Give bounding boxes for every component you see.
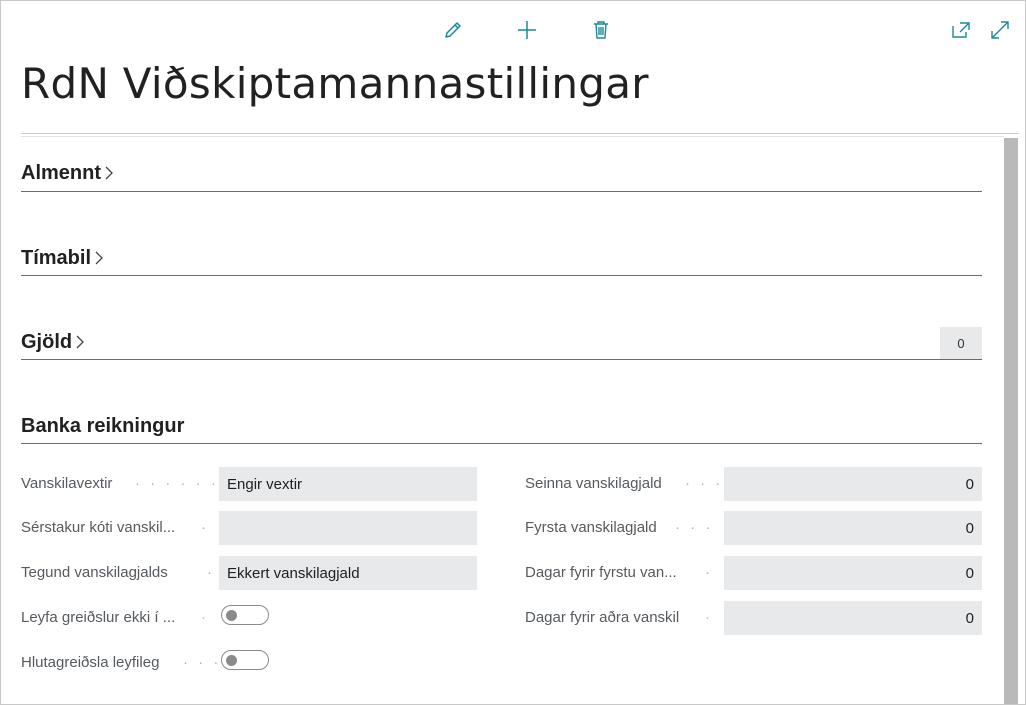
dagar-fyrir-adra-input[interactable]: 0	[724, 601, 982, 635]
field-label: Tegund vanskilagjalds	[21, 564, 168, 581]
vanskilavextir-select[interactable]: Engir vextir	[219, 467, 477, 501]
trash-icon	[594, 21, 608, 39]
title-divider	[21, 133, 1019, 134]
serstakur-koti-input[interactable]	[219, 511, 477, 545]
field-leader-dots: · · ·	[183, 654, 219, 671]
section-timabil-header[interactable]: Tímabil	[21, 244, 982, 272]
section-gjold-header[interactable]: Gjöld	[21, 328, 982, 356]
field-leader-dots: · · · · · · · · · · ·	[135, 475, 231, 492]
toggle-knob	[226, 655, 237, 666]
section-banka-reikningur: Banka reikningur	[21, 412, 982, 444]
toggle-knob	[226, 610, 237, 621]
pencil-icon	[445, 22, 461, 38]
field-leader-dots: ·	[705, 564, 713, 581]
leyfa-greidslur-toggle[interactable]	[221, 605, 269, 625]
chevron-right-icon	[103, 164, 115, 182]
section-gjold-title: Gjöld	[21, 330, 73, 353]
new-button[interactable]	[515, 18, 539, 42]
field-label: Dagar fyrir aðra vanskil	[525, 609, 680, 626]
open-in-new-window-button[interactable]	[949, 18, 973, 42]
field-vanskilavextir: Vanskilavextir · · · · · · · · · · · Eng…	[21, 467, 477, 501]
vertical-scrollbar[interactable]	[1004, 138, 1018, 704]
section-gjold-count-badge: 0	[940, 327, 982, 359]
field-leader-dots: ·	[207, 564, 215, 581]
fyrsta-vanskilagjald-input[interactable]: 0	[724, 511, 982, 545]
field-seinna-vanskilagjald: Seinna vanskilagjald · · · 0	[525, 467, 982, 501]
field-leader-dots: ·	[201, 609, 209, 626]
field-leader-dots: ·	[705, 609, 713, 626]
field-serstakur-koti: Sérstakur kóti vanskil... ·	[21, 511, 477, 545]
field-leader-dots: · · · ·	[675, 519, 721, 536]
section-timabil: Tímabil	[21, 244, 982, 276]
chevron-right-icon	[74, 333, 86, 351]
expand-button[interactable]	[988, 18, 1012, 42]
open-in-new-window-icon	[952, 22, 970, 38]
field-label: Seinna vanskilagjald	[525, 475, 662, 492]
plus-icon	[518, 21, 536, 39]
title-divider-secondary	[21, 136, 1004, 137]
field-hlutagreidsla: Hlutagreiðsla leyfileg · · ·	[21, 646, 477, 680]
field-label: Leyfa greiðslur ekki í ...	[21, 609, 176, 626]
section-timabil-title: Tímabil	[21, 246, 92, 269]
section-almennt-title: Almennt	[21, 161, 101, 184]
section-banka-header: Banka reikningur	[21, 412, 982, 440]
field-tegund-vanskilagjalds: Tegund vanskilagjalds · Ekkert vanskilag…	[21, 556, 477, 590]
field-label: Hlutagreiðsla leyfileg	[21, 654, 160, 671]
field-leader-dots: ·	[201, 519, 209, 536]
field-leader-dots: · · ·	[685, 475, 721, 492]
dagar-fyrir-fyrstu-input[interactable]: 0	[724, 556, 982, 590]
chevron-right-icon	[93, 249, 105, 267]
field-label: Dagar fyrir fyrstu van...	[525, 564, 677, 581]
field-label: Sérstakur kóti vanskil...	[21, 519, 176, 536]
section-almennt: Almennt	[21, 159, 982, 192]
field-leyfa-greidslur: Leyfa greiðslur ekki í ... ·	[21, 601, 477, 635]
section-gjold: Gjöld 0	[21, 327, 982, 360]
tegund-vanskilagjalds-select[interactable]: Ekkert vanskilagjald	[219, 556, 477, 590]
field-dagar-fyrir-adra: Dagar fyrir aðra vanskil · 0	[525, 601, 982, 635]
field-fyrsta-vanskilagjald: Fyrsta vanskilagjald · · · · 0	[525, 511, 982, 545]
hlutagreidsla-toggle[interactable]	[221, 650, 269, 670]
section-banka-title: Banka reikningur	[21, 414, 185, 437]
field-label: Fyrsta vanskilagjald	[525, 519, 657, 536]
seinna-vanskilagjald-input[interactable]: 0	[724, 467, 982, 501]
edit-button[interactable]	[441, 18, 465, 42]
field-label: Vanskilavextir	[21, 475, 113, 492]
field-dagar-fyrir-fyrstu: Dagar fyrir fyrstu van... · 0	[525, 556, 982, 590]
page-title: RdN Viðskiptamannastillingar	[21, 59, 649, 108]
delete-button[interactable]	[589, 18, 613, 42]
page-frame: RdN Viðskiptamannastillingar Almennt Tím…	[0, 0, 1026, 705]
section-almennt-header[interactable]: Almennt	[21, 159, 982, 187]
expand-icon	[991, 21, 1009, 39]
